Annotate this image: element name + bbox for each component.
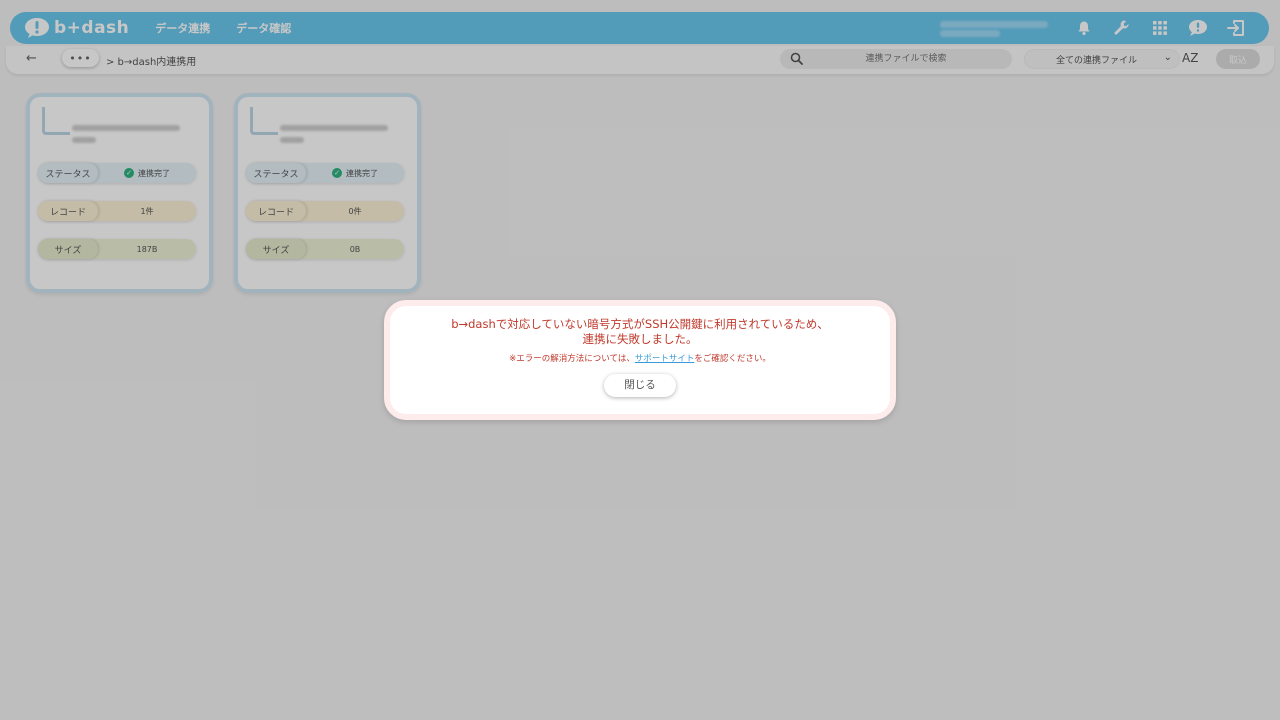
support-site-link[interactable]: サポートサイト — [635, 354, 695, 364]
error-dialog: b→dashで対応していない暗号方式がSSH公開鍵に利用されているため、 連携に… — [384, 300, 896, 420]
close-button[interactable]: 閉じる — [604, 374, 676, 397]
error-note: ※エラーの解消方法については、サポートサイトをご確認ください。 — [390, 352, 890, 364]
note-prefix: ※エラーの解消方法については、 — [509, 354, 635, 364]
error-message-line2: 連携に失敗しました。 — [582, 332, 698, 346]
note-suffix: をご確認ください。 — [694, 354, 771, 364]
error-message-line1: b→dashで対応していない暗号方式がSSH公開鍵に利用されているため、 — [451, 317, 829, 331]
page: b+dash データ連携 データ確認 ← ••• > b→dash内連携用 連携… — [0, 0, 1280, 720]
